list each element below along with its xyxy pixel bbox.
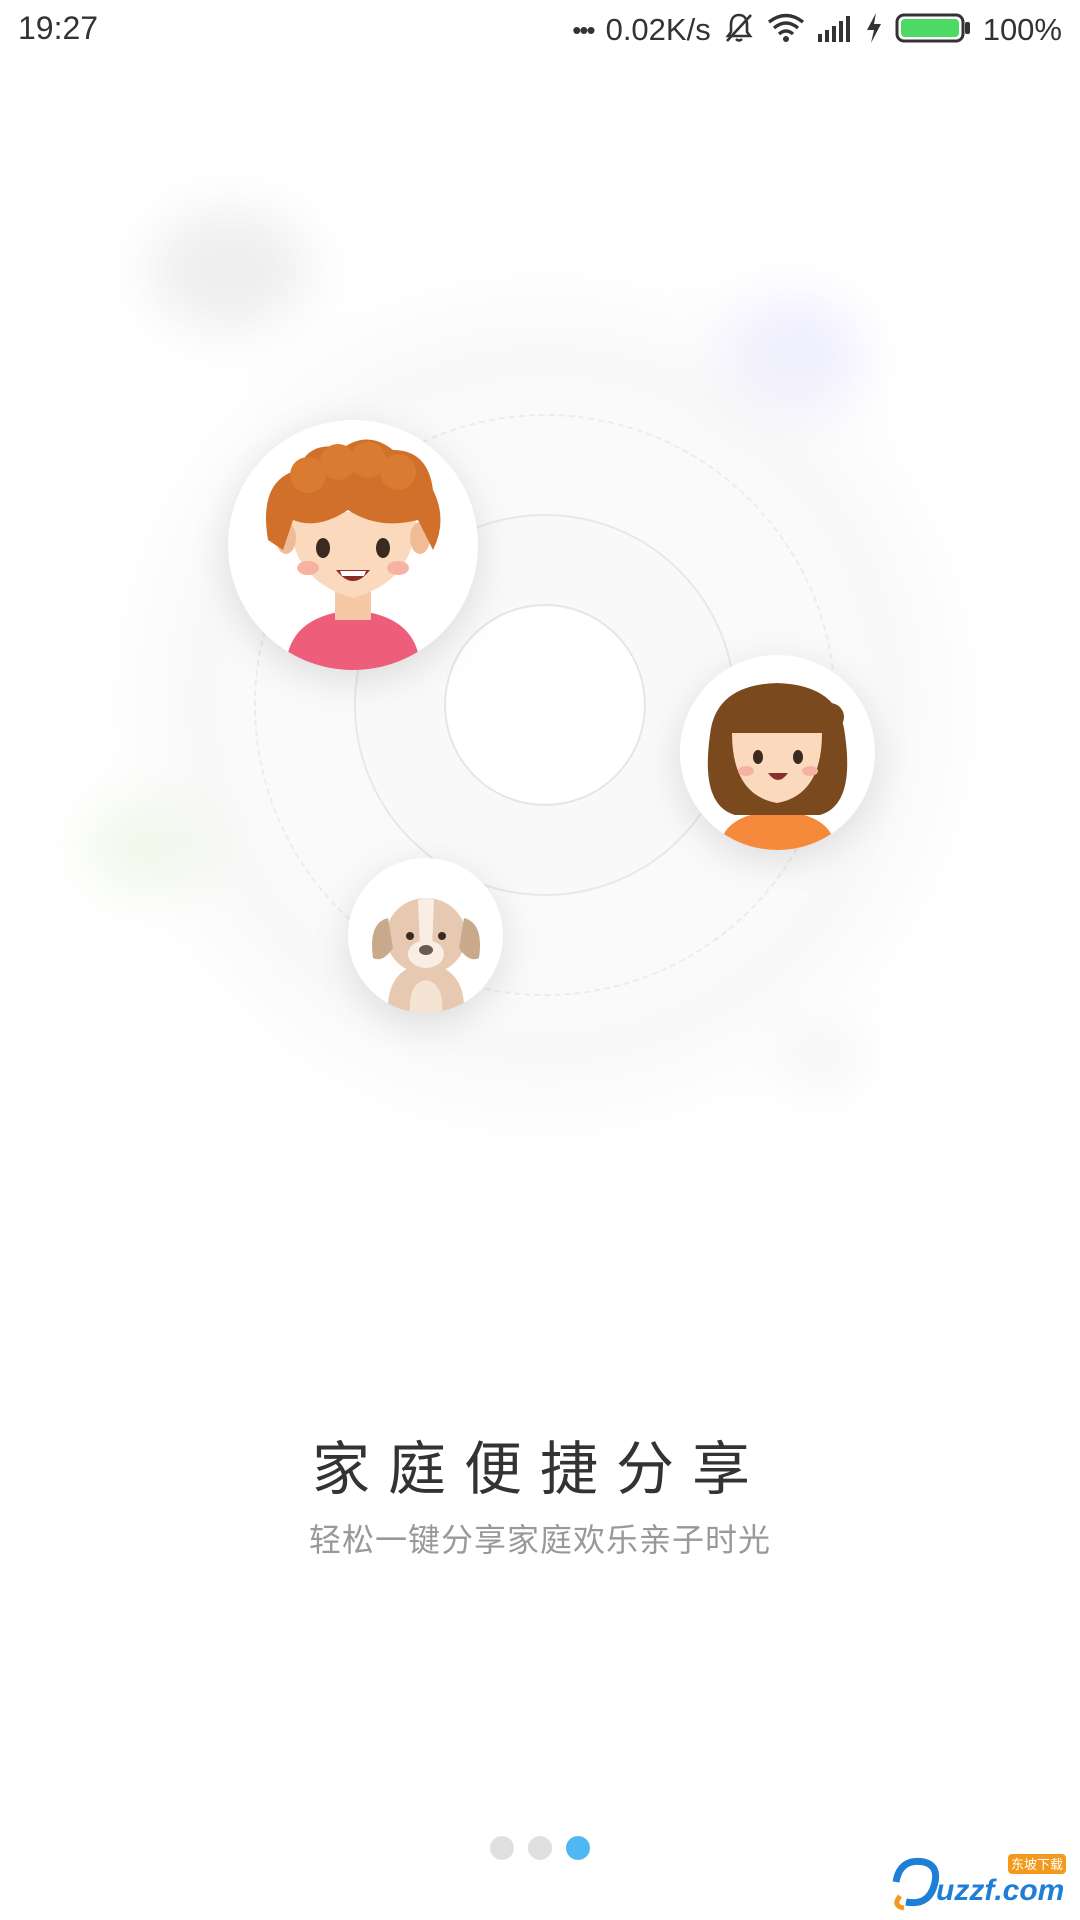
watermark-logo: uzzf.com 东坡下载	[890, 1852, 1070, 1912]
watermark-tag: 东坡下载	[1011, 1858, 1063, 1873]
orbit-rings	[45, 205, 1045, 1205]
wifi-icon	[767, 13, 805, 47]
network-speed: 0.02K/s	[605, 12, 711, 47]
status-time: 19:27	[18, 10, 99, 46]
page-dot-2[interactable]	[528, 1836, 552, 1860]
page-title: 家庭便捷分享	[311, 1435, 768, 1503]
battery-percent: 100%	[982, 12, 1062, 47]
overflow-dots: •••	[572, 14, 595, 45]
signal-icon	[817, 14, 853, 46]
watermark-brand: uzzf.com	[936, 1874, 1064, 1907]
charging-icon	[865, 12, 883, 48]
page-dot-1[interactable]	[490, 1836, 514, 1860]
page-dot-3[interactable]	[566, 1836, 590, 1860]
onboarding-illustration	[0, 150, 1080, 1210]
page-subtitle: 轻松一键分享家庭欢乐亲子时光	[308, 1521, 771, 1559]
dog-avatar	[348, 858, 503, 1013]
girl-avatar	[680, 655, 875, 850]
ring-inner	[444, 604, 646, 806]
status-bar: 19:27 ••• 0.02K/s 100%	[0, 0, 1080, 64]
boy-avatar	[228, 420, 478, 670]
battery-icon	[895, 12, 971, 48]
status-indicators: ••• 0.02K/s 100%	[572, 8, 1062, 52]
mute-icon	[723, 11, 755, 49]
